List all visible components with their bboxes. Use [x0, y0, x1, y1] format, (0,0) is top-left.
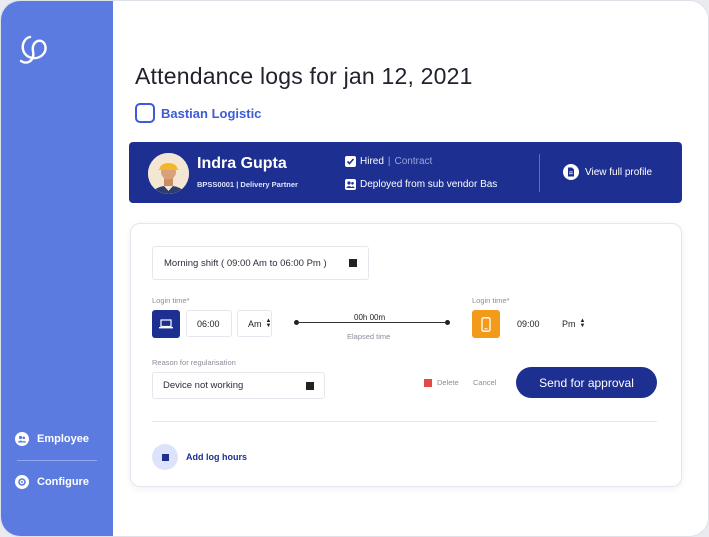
dropdown-icon: [306, 381, 314, 390]
view-profile-label: View full profile: [585, 166, 653, 178]
status-hired: Hired: [360, 156, 384, 167]
shift-label: Morning shift ( 09:00 Am to 06:00 Pm ): [164, 257, 327, 269]
company-selector[interactable]: Bastian Logistic: [135, 103, 261, 123]
login-time-label: Login time*: [472, 296, 510, 305]
checkbox-checked-icon[interactable]: [345, 156, 356, 167]
people-icon: [345, 179, 356, 190]
swirl-logo-icon[interactable]: [17, 33, 51, 69]
deployment-status: Deployed from sub vendor Bas: [345, 179, 497, 190]
employment-status: Hired | Contract: [345, 156, 432, 167]
status-separator: |: [387, 156, 391, 167]
attendance-card: Morning shift ( 09:00 Am to 06:00 Pm ) L…: [130, 223, 682, 487]
add-log-label: Add log hours: [186, 452, 247, 462]
shift-selector[interactable]: Morning shift ( 09:00 Am to 06:00 Pm ): [152, 246, 369, 280]
login-time-value: 06:00: [197, 318, 220, 329]
reason-label: Reason for regularisation: [152, 358, 236, 367]
sidebar-item-employee[interactable]: Employee: [15, 432, 89, 446]
delete-label: Delete: [437, 378, 459, 387]
sidebar: Employee Configure: [1, 1, 113, 536]
send-for-approval-button[interactable]: Send for approval: [516, 367, 657, 398]
dropdown-icon: [349, 259, 357, 267]
company-name: Bastian Logistic: [161, 105, 262, 121]
sidebar-item-label: Employee: [37, 433, 89, 445]
reason-selector[interactable]: Device not working: [152, 372, 325, 399]
login-time-label: Login time*: [152, 296, 190, 305]
am-pm-stepper[interactable]: Pm ▲ ▼: [551, 310, 587, 337]
mobile-icon: [472, 310, 500, 338]
card-divider: [152, 421, 657, 422]
banner-divider: [539, 154, 540, 192]
period-value: Pm: [562, 318, 576, 329]
people-icon: [15, 432, 29, 446]
sidebar-divider: [17, 460, 97, 461]
status-contract: Contract: [394, 156, 433, 167]
avatar: [148, 153, 189, 194]
sidebar-item-configure[interactable]: Configure: [15, 475, 89, 489]
employee-meta: BPSS0001 | Delivery Partner: [197, 180, 298, 189]
sidebar-item-label: Configure: [37, 476, 89, 488]
page-title: Attendance logs for jan 12, 2021: [135, 63, 473, 89]
meta-separator: |: [236, 180, 239, 189]
reason-value: Device not working: [163, 380, 244, 391]
stepper-arrows-icon: ▲ ▼: [579, 317, 586, 329]
login-time-value: 09:00: [517, 318, 540, 329]
am-pm-stepper[interactable]: Am ▲ ▼: [237, 310, 272, 337]
cancel-button[interactable]: Cancel: [473, 378, 496, 387]
employee-name: Indra Gupta: [197, 155, 287, 172]
employee-banner: Indra Gupta BPSS0001 | Delivery Partner …: [129, 142, 682, 203]
employee-id: BPSS0001: [197, 180, 235, 189]
employee-role: Delivery Partner: [240, 180, 298, 189]
company-logo-icon: [135, 103, 155, 123]
delete-icon: [424, 378, 432, 387]
app-window: Employee Configure Attendance logs for j…: [0, 0, 709, 537]
gear-icon: [15, 475, 29, 489]
login-time-input[interactable]: 09:00: [506, 310, 552, 337]
period-value: Am: [248, 318, 262, 329]
deployment-text: Deployed from sub vendor Bas: [360, 179, 498, 190]
elapsed-time-caption: Elapsed time: [347, 332, 391, 341]
add-log-hours-button[interactable]: Add log hours: [152, 444, 247, 470]
login-time-input[interactable]: 06:00: [186, 310, 232, 337]
add-icon: [152, 444, 178, 470]
elapsed-timeline: [297, 322, 447, 323]
laptop-icon: [152, 310, 180, 338]
timeline-end-dot: [445, 320, 450, 325]
stepper-arrows-icon: ▲ ▼: [265, 317, 272, 329]
delete-button[interactable]: Delete: [424, 378, 459, 387]
document-icon: [563, 164, 579, 180]
main-content: Attendance logs for jan 12, 2021 Bastian…: [113, 1, 708, 536]
elapsed-time-value: 00h 00m: [354, 313, 386, 322]
view-full-profile-link[interactable]: View full profile: [563, 164, 652, 180]
